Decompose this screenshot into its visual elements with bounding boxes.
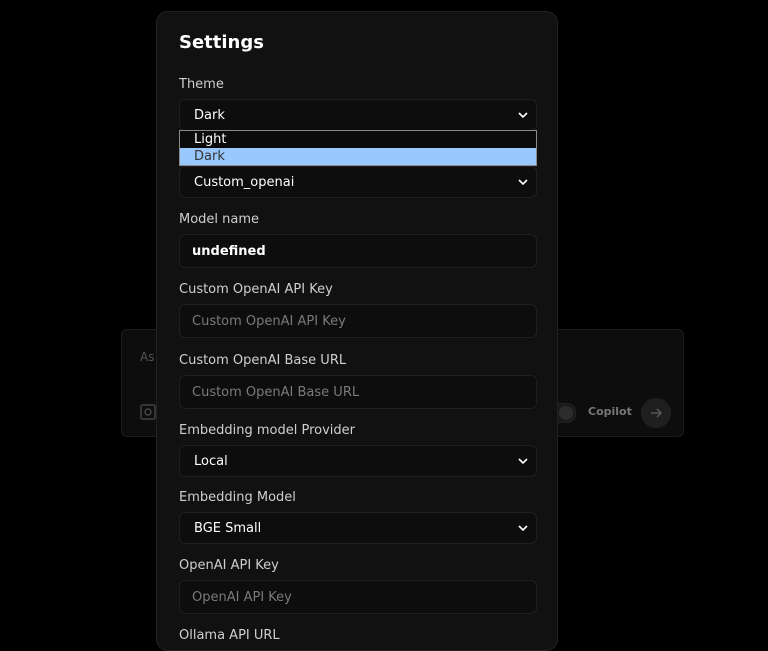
chat-provider-select[interactable]: Custom_openai xyxy=(179,166,537,198)
custom-openai-url-input[interactable]: Custom OpenAI Base URL xyxy=(179,375,537,409)
embedding-model-label: Embedding Model xyxy=(179,490,296,505)
theme-option-dark[interactable]: Dark xyxy=(180,148,536,165)
model-name-label: Model name xyxy=(179,212,260,227)
custom-openai-url-label: Custom OpenAI Base URL xyxy=(179,353,347,368)
embedding-model-select[interactable]: BGE Small xyxy=(179,512,537,544)
arrow-right-icon xyxy=(651,408,663,418)
model-name-input[interactable]: undefined xyxy=(179,234,537,268)
settings-title: Settings xyxy=(179,32,264,53)
embedding-model-selected-value: BGE Small xyxy=(194,520,262,536)
chevron-down-icon xyxy=(518,179,528,186)
theme-selected-value: Dark xyxy=(194,107,225,123)
embedding-provider-label: Embedding model Provider xyxy=(179,423,356,438)
chevron-down-icon xyxy=(518,458,528,465)
theme-option-light[interactable]: Light xyxy=(180,131,536,148)
theme-label: Theme xyxy=(179,77,224,92)
settings-modal: Settings Theme Dark Custom_openai Model … xyxy=(156,11,558,651)
openai-key-placeholder: OpenAI API Key xyxy=(192,589,292,605)
send-button[interactable] xyxy=(641,398,671,428)
openai-key-input[interactable]: OpenAI API Key xyxy=(179,580,537,614)
theme-dropdown-list: Light Dark xyxy=(179,130,537,166)
embedding-provider-select[interactable]: Local xyxy=(179,445,537,477)
chat-provider-selected-value: Custom_openai xyxy=(194,174,295,190)
custom-openai-key-label: Custom OpenAI API Key xyxy=(179,282,333,297)
theme-select[interactable]: Dark xyxy=(179,99,537,131)
chevron-down-icon xyxy=(518,112,528,119)
custom-openai-key-input[interactable]: Custom OpenAI API Key xyxy=(179,304,537,338)
ollama-url-label: Ollama API URL xyxy=(179,628,280,643)
embedding-provider-selected-value: Local xyxy=(194,453,228,469)
openai-key-label: OpenAI API Key xyxy=(179,558,279,573)
copilot-label: Copilot xyxy=(588,405,632,418)
custom-openai-url-placeholder: Custom OpenAI Base URL xyxy=(192,384,360,400)
chat-input-placeholder: As xyxy=(140,350,155,364)
chevron-down-icon xyxy=(518,525,528,532)
focus-icon xyxy=(140,404,156,420)
model-name-value: undefined xyxy=(192,243,266,259)
custom-openai-key-placeholder: Custom OpenAI API Key xyxy=(192,313,346,329)
